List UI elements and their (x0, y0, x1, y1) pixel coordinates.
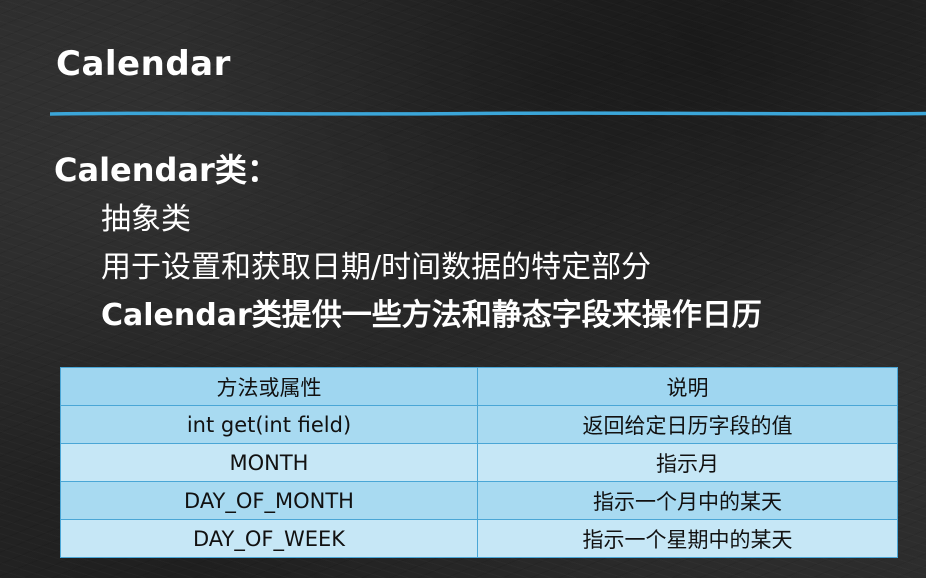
section-heading: Calendar类： (54, 151, 279, 189)
bullet-item: 用于设置和获取日期/时间数据的特定部分 (101, 250, 652, 285)
table-cell-method: MONTH (60, 443, 478, 482)
title-underline (50, 111, 926, 116)
slide-content: Calendar类： 抽象类 用于设置和获取日期/时间数据的特定部分 Calen… (54, 150, 914, 340)
table-header-row: 方法或属性 说明 (60, 367, 898, 406)
column-header-description: 说明 (477, 367, 898, 406)
bullet-list: 抽象类 用于设置和获取日期/时间数据的特定部分 Calendar类提供一些方法和… (101, 196, 914, 340)
table-cell-description: 指示一个星期中的某天 (477, 519, 898, 558)
table-cell-description: 返回给定日历字段的值 (477, 405, 898, 444)
table-row: MONTH 指示月 (60, 443, 898, 482)
table-row: DAY_OF_MONTH 指示一个月中的某天 (60, 481, 898, 520)
table-row: DAY_OF_WEEK 指示一个星期中的某天 (60, 519, 898, 558)
table-cell-method: int get(int field) (60, 405, 478, 444)
table-cell-description: 指示一个月中的某天 (477, 481, 898, 520)
table-row: int get(int field) 返回给定日历字段的值 (60, 405, 898, 444)
column-header-method: 方法或属性 (60, 367, 478, 406)
slide-title: Calendar (56, 44, 231, 84)
table-cell-description: 指示月 (477, 443, 898, 482)
methods-table-container: 方法或属性 说明 int get(int field) 返回给定日历字段的值 M… (60, 367, 898, 558)
bullet-item: 抽象类 (101, 202, 191, 237)
bullet-item: Calendar类提供一些方法和静态字段来操作日历 (101, 298, 762, 333)
table-cell-method: DAY_OF_WEEK (60, 519, 478, 558)
methods-table: 方法或属性 说明 int get(int field) 返回给定日历字段的值 M… (60, 367, 898, 558)
table-cell-method: DAY_OF_MONTH (60, 481, 478, 520)
